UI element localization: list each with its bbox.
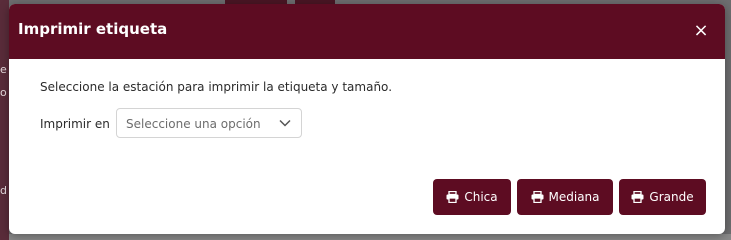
print-medium-button[interactable]: Mediana (517, 179, 613, 215)
sidebar-text-fragment: d (0, 184, 7, 197)
dialog-title: Imprimir etiqueta (18, 20, 168, 38)
background-sidebar: e o d (0, 0, 9, 240)
station-select[interactable]: Seleccione una opción (116, 108, 302, 138)
printer-icon (446, 191, 459, 203)
printer-icon (531, 191, 543, 203)
sidebar-text-fragment: o (0, 86, 7, 99)
dialog-header: Imprimir etiqueta × (9, 4, 725, 59)
print-large-button[interactable]: Grande (619, 179, 706, 215)
print-small-button[interactable]: Chica (433, 179, 511, 215)
background-bottom-strip (9, 234, 731, 240)
print-label-dialog: Imprimir etiqueta × Seleccione la estaci… (9, 4, 725, 234)
station-select-value: Seleccione una opción (126, 117, 261, 131)
sidebar-text-fragment: e (0, 63, 7, 76)
print-large-label: Grande (649, 190, 694, 204)
dialog-description: Seleccione la estación para imprimir la … (40, 80, 393, 94)
close-icon[interactable]: × (691, 21, 711, 41)
station-field-label: Imprimir en (40, 117, 110, 131)
chevron-down-icon (279, 119, 291, 127)
print-small-label: Chica (464, 190, 498, 204)
printer-icon (631, 191, 644, 203)
print-medium-label: Mediana (548, 190, 600, 204)
